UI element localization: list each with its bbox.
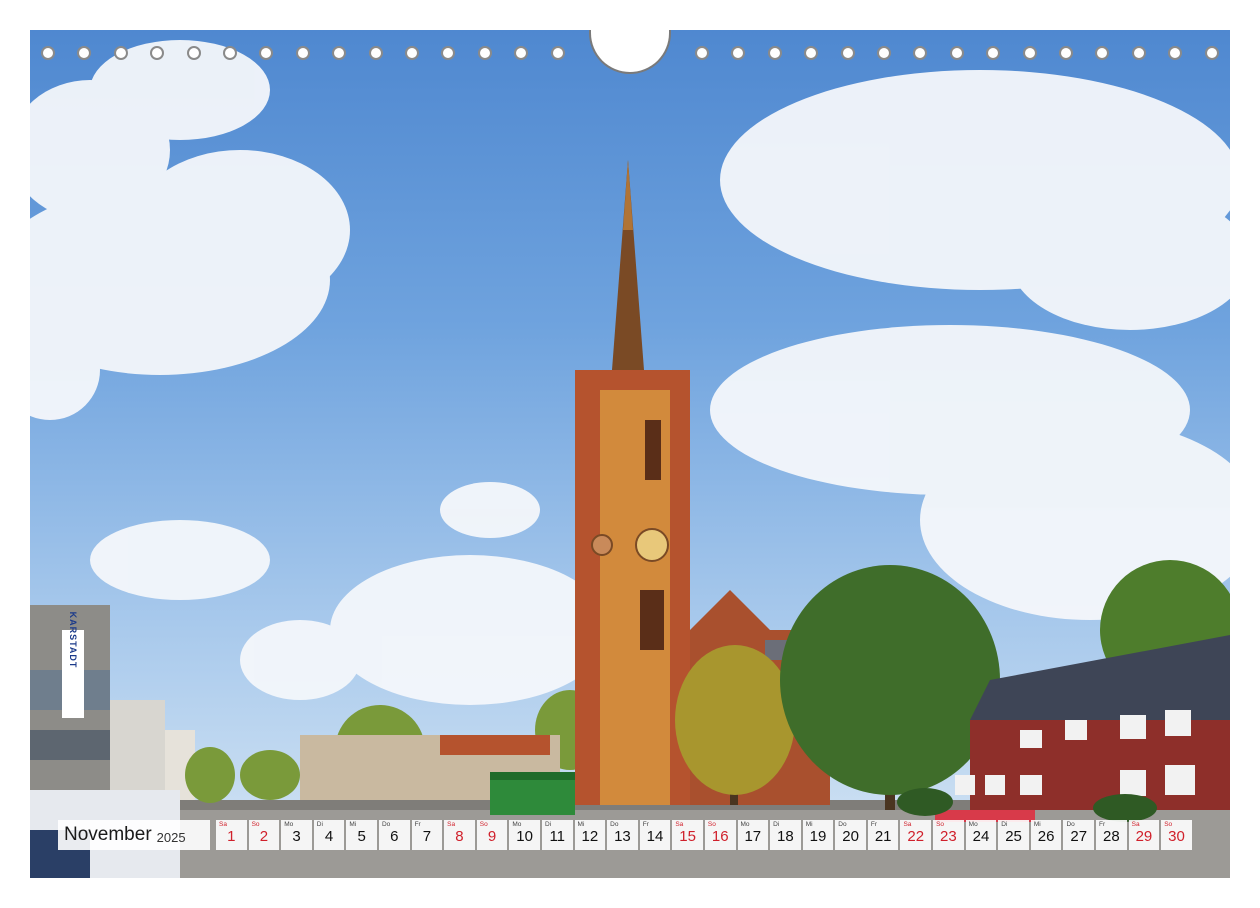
day-number: 25 xyxy=(1005,828,1022,845)
day-cell: Mi 5 xyxy=(346,820,377,850)
day-number: 4 xyxy=(324,828,334,845)
year: 2025 xyxy=(156,829,186,845)
weekday-abbr: So xyxy=(1164,821,1173,828)
day-number: 27 xyxy=(1070,828,1088,845)
day-cell: Mi 26 xyxy=(1030,820,1062,850)
day-cell: Mi 19 xyxy=(802,820,834,850)
weekday-abbr: Mi xyxy=(1033,821,1041,828)
day-cell: Di 11 xyxy=(541,820,573,850)
day-strip: Sa 1 So 2 Mo 3 Di 4 Mi 5 Do 6 Fr 7 Sa 8 So 9 Mo 10 Di 11 Mi 12 D… xyxy=(216,820,1204,850)
church-scene: KARSTADT xyxy=(30,40,1230,878)
day-cell: Sa 22 xyxy=(900,820,932,850)
day-number: 29 xyxy=(1135,828,1153,845)
weekday-abbr: Mo xyxy=(740,821,750,828)
day-number: 17 xyxy=(744,828,762,845)
day-number: 19 xyxy=(809,828,827,845)
day-number: 14 xyxy=(646,828,664,845)
weekday-abbr: Sa xyxy=(675,821,684,828)
day-number: 21 xyxy=(874,828,892,845)
weekday-abbr: Di xyxy=(316,821,323,828)
weekday-abbr: Mo xyxy=(284,821,294,828)
weekday-abbr: Do xyxy=(610,821,619,828)
weekday-abbr: Fr xyxy=(1099,821,1106,828)
day-cell: Do 20 xyxy=(835,820,866,850)
day-number: 5 xyxy=(357,828,366,845)
day-cell: Mo 10 xyxy=(509,820,540,850)
day-number: 16 xyxy=(711,828,729,845)
day-cell: Fr 14 xyxy=(639,820,671,850)
weekday-abbr: Sa xyxy=(219,821,227,828)
day-cell: Do 27 xyxy=(1063,820,1095,850)
day-number: 26 xyxy=(1037,828,1055,845)
day-cell: Sa 15 xyxy=(672,820,703,850)
weekday-abbr: Do xyxy=(1066,821,1075,828)
day-number: 9 xyxy=(487,828,497,845)
day-cell: Di 4 xyxy=(313,820,345,850)
day-cell: So 30 xyxy=(1161,820,1192,850)
weekday-abbr: Di xyxy=(773,821,780,828)
calendar-photo: KARSTADT xyxy=(30,30,1230,878)
day-cell: So 2 xyxy=(248,820,280,850)
day-number: 7 xyxy=(422,828,432,845)
day-cell: So 16 xyxy=(704,820,736,850)
weekday-abbr: Mo xyxy=(512,821,522,828)
weekday-abbr: Mi xyxy=(577,821,585,828)
weekday-abbr: Fr xyxy=(414,821,421,828)
day-number: 2 xyxy=(259,828,269,845)
day-cell: Do 6 xyxy=(378,820,410,850)
calendar-bar: November 2025 Sa 1 So 2 Mo 3 Di 4 Mi 5 Do 6 Fr 7 Sa 8 So… xyxy=(58,820,1204,850)
day-number: 20 xyxy=(842,828,859,845)
day-number: 6 xyxy=(390,828,399,845)
day-number: 28 xyxy=(1102,828,1120,845)
day-number: 3 xyxy=(292,828,301,845)
day-cell: Sa 29 xyxy=(1128,820,1160,850)
weekday-abbr: Di xyxy=(544,821,552,828)
day-cell: So 23 xyxy=(933,820,964,850)
day-cell: Mo 3 xyxy=(281,820,312,850)
weekday-abbr: So xyxy=(251,821,260,828)
weekday-abbr: Mi xyxy=(805,821,813,828)
day-cell: Sa 8 xyxy=(444,820,475,850)
day-number: 24 xyxy=(972,828,990,845)
day-number: 22 xyxy=(907,828,925,845)
day-cell: Mo 17 xyxy=(737,820,769,850)
weekday-abbr: Sa xyxy=(447,821,456,828)
day-number: 8 xyxy=(455,828,464,845)
weekday-abbr: Di xyxy=(1001,821,1008,828)
day-cell: Mi 12 xyxy=(574,820,606,850)
day-cell: Sa 1 xyxy=(216,820,247,850)
day-cell: Di 25 xyxy=(998,820,1029,850)
day-cell: Di 18 xyxy=(770,820,801,850)
weekday-abbr: Do xyxy=(838,821,847,828)
day-cell: Fr 7 xyxy=(411,820,443,850)
day-cell: Fr 21 xyxy=(867,820,899,850)
weekday-abbr: Sa xyxy=(1131,821,1140,828)
weekday-abbr: So xyxy=(707,821,716,828)
day-cell: Mo 24 xyxy=(965,820,997,850)
day-cell: Fr 28 xyxy=(1096,820,1127,850)
weekday-abbr: Do xyxy=(381,821,391,828)
day-number: 12 xyxy=(581,828,599,845)
month-label-cell: November 2025 xyxy=(58,820,210,850)
day-number: 1 xyxy=(227,828,236,845)
day-number: 10 xyxy=(516,828,533,845)
weekday-abbr: Fr xyxy=(642,821,649,828)
day-number: 30 xyxy=(1168,828,1185,845)
day-number: 23 xyxy=(940,828,957,845)
day-number: 15 xyxy=(679,828,696,845)
weekday-abbr: So xyxy=(479,821,488,828)
store-sign-text: KARSTADT xyxy=(68,612,78,669)
day-number: 11 xyxy=(549,828,566,845)
day-number: 13 xyxy=(614,828,631,845)
month-name: November xyxy=(64,824,152,845)
weekday-abbr: Fr xyxy=(870,821,878,828)
weekday-abbr: Sa xyxy=(903,821,912,828)
weekday-abbr: So xyxy=(936,821,945,828)
weekday-abbr: Mi xyxy=(349,821,357,828)
day-cell: Do 13 xyxy=(607,820,638,850)
day-cell: So 9 xyxy=(476,820,508,850)
day-number: 18 xyxy=(777,828,794,845)
weekday-abbr: Mo xyxy=(968,821,978,828)
